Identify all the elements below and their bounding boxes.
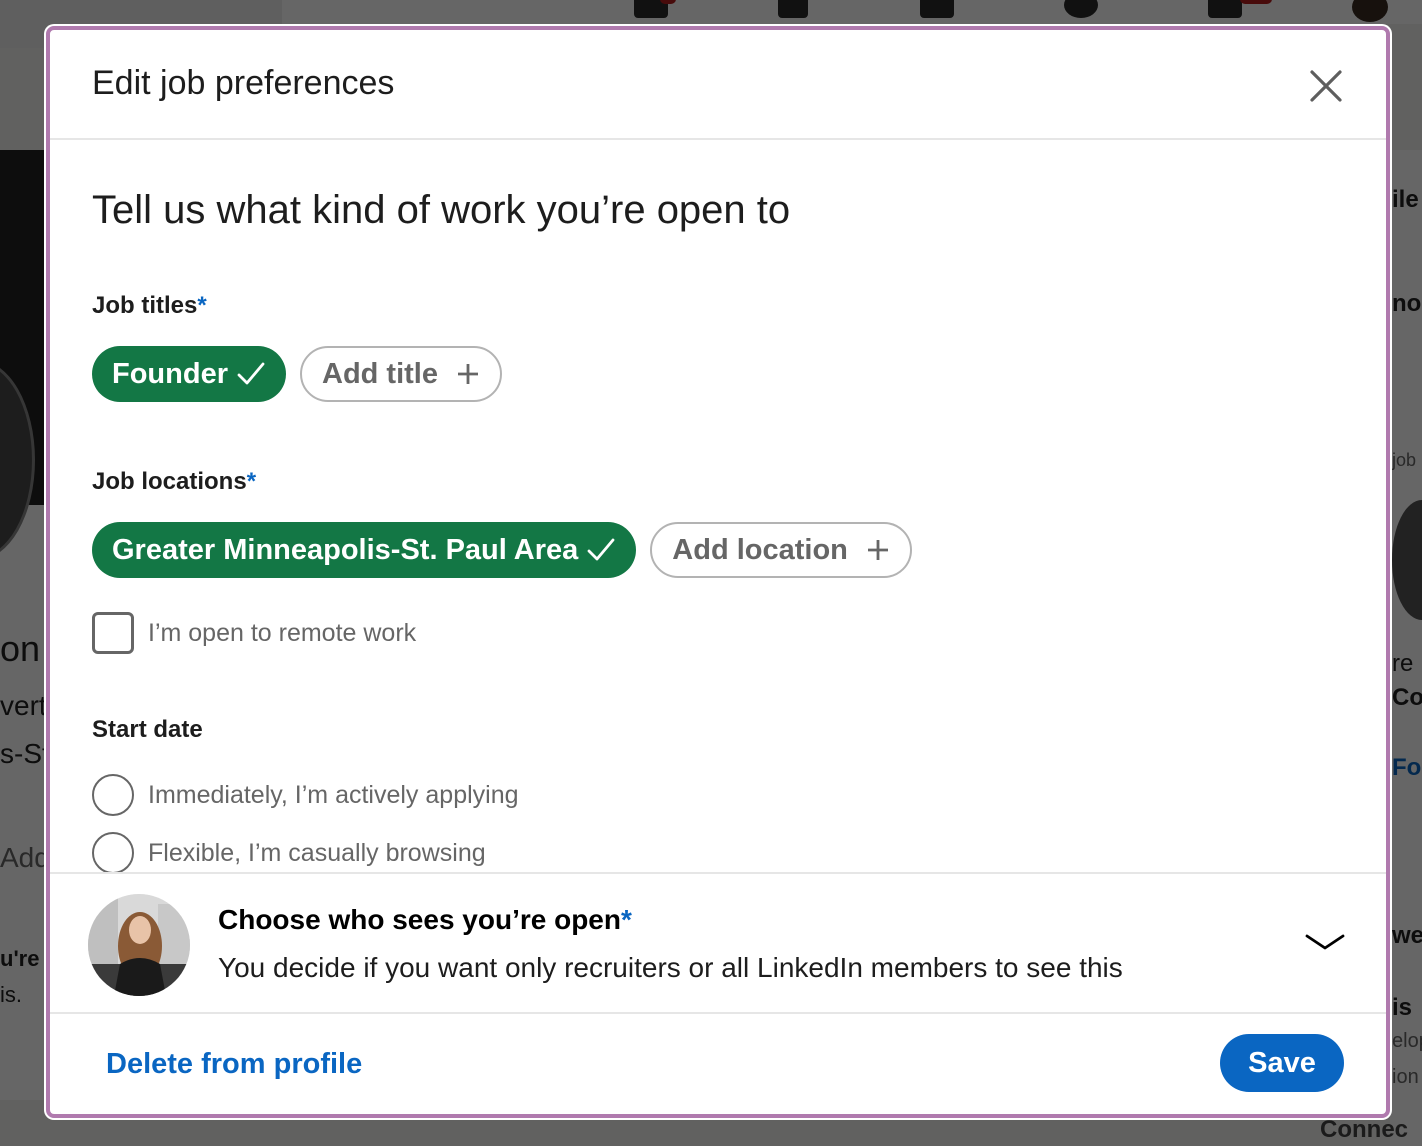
add-title-label: Add title: [322, 357, 438, 390]
job-title-chip-founder[interactable]: Founder: [92, 346, 286, 402]
chip-label: Founder: [112, 357, 228, 390]
add-location-label: Add location: [672, 533, 848, 566]
visibility-title: Choose who sees you’re open*: [218, 904, 632, 936]
job-titles-label-text: Job titles: [92, 292, 198, 319]
job-locations-chips: Greater Minneapolis-St. Paul Area Add lo…: [92, 522, 912, 578]
required-asterisk: *: [620, 904, 632, 935]
profile-avatar: [88, 894, 190, 996]
remote-work-checkbox[interactable]: [92, 612, 134, 654]
visibility-title-text: Choose who sees you’re open: [218, 904, 621, 935]
dialog-footer: Delete from profile Save: [50, 1012, 1386, 1114]
edit-job-preferences-dialog: Edit job preferences Tell us what kind o…: [46, 26, 1390, 1118]
add-location-button[interactable]: Add location: [650, 522, 912, 578]
checkmark-icon: [236, 361, 266, 387]
save-button[interactable]: Save: [1220, 1034, 1344, 1092]
dialog-title: Edit job preferences: [92, 64, 395, 102]
visibility-description: You decide if you want only recruiters o…: [218, 952, 1123, 983]
job-titles-chips: Founder Add title: [92, 346, 502, 402]
close-button[interactable]: [1306, 66, 1346, 106]
add-title-button[interactable]: Add title: [300, 346, 502, 402]
chevron-down-icon[interactable]: [1304, 930, 1346, 956]
job-location-chip[interactable]: Greater Minneapolis-St. Paul Area: [92, 522, 637, 578]
chip-label: Greater Minneapolis-St. Paul Area: [112, 533, 579, 566]
checkmark-icon: [586, 537, 616, 563]
visibility-selector[interactable]: Choose who sees you’re open* You decide …: [50, 872, 1386, 1018]
remote-work-option[interactable]: I’m open to remote work: [92, 612, 416, 654]
radio-label: Flexible, I’m casually browsing: [148, 838, 486, 867]
start-date-option-immediately[interactable]: Immediately, I’m actively applying: [92, 774, 519, 816]
radio-button[interactable]: [92, 832, 134, 872]
start-date-option-flexible[interactable]: Flexible, I’m casually browsing: [92, 832, 486, 872]
delete-from-profile-link[interactable]: Delete from profile: [106, 1048, 362, 1081]
remote-work-label: I’m open to remote work: [148, 618, 417, 647]
required-asterisk: *: [197, 292, 207, 319]
close-icon: [1310, 70, 1342, 102]
job-locations-label-text: Job locations: [92, 468, 247, 495]
job-locations-label: Job locations*: [92, 468, 256, 496]
dialog-body[interactable]: Tell us what kind of work you’re open to…: [50, 142, 1386, 872]
job-titles-label: Job titles*: [92, 292, 207, 320]
required-asterisk: *: [246, 468, 257, 495]
plus-icon: [866, 538, 890, 562]
radio-label: Immediately, I’m actively applying: [148, 780, 519, 809]
plus-icon: [456, 362, 480, 386]
intro-heading: Tell us what kind of work you’re open to: [92, 188, 791, 232]
radio-button[interactable]: [92, 774, 134, 816]
start-date-label: Start date: [92, 716, 203, 743]
dialog-header: Edit job preferences: [50, 30, 1386, 140]
